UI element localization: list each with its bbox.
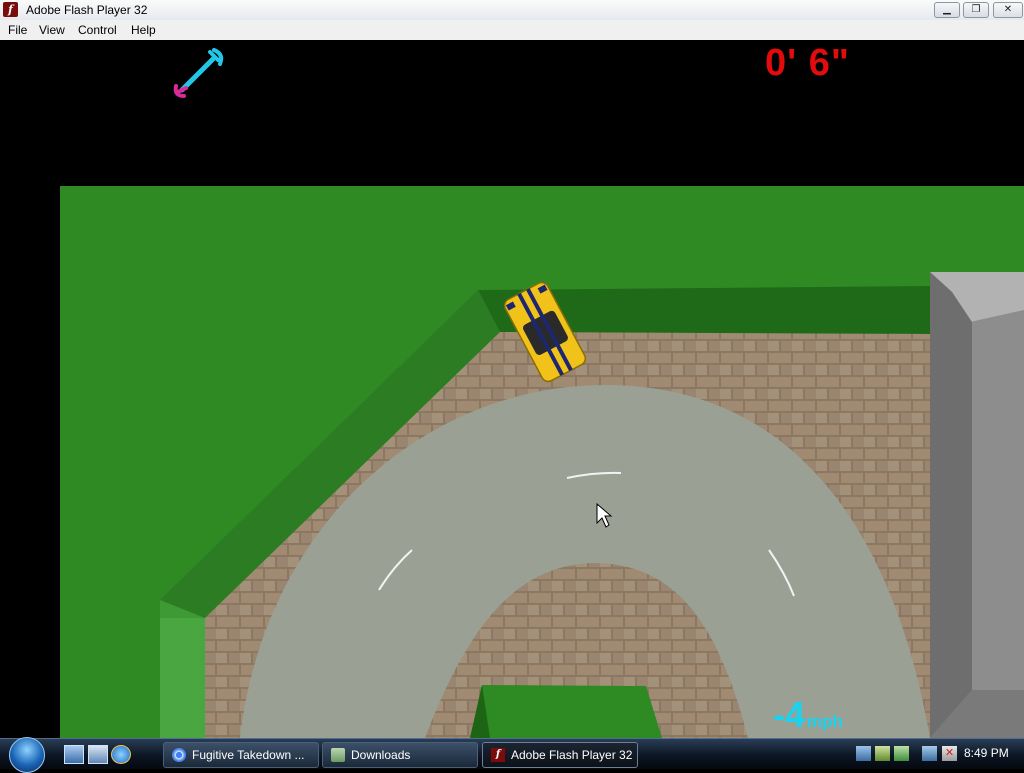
tray-security-icon[interactable]: [894, 746, 909, 761]
speed-unit: mph: [807, 712, 843, 731]
wrench-icon[interactable]: [170, 48, 224, 100]
internet-explorer-icon[interactable]: [111, 745, 131, 764]
minimize-button[interactable]: ▁: [934, 2, 960, 18]
taskbar-item-label: Adobe Flash Player 32: [511, 748, 633, 762]
speedometer: -4 mph: [773, 694, 843, 736]
system-tray: ✕ 8:49 PM: [852, 742, 1024, 767]
green-block: [470, 685, 662, 738]
tray-app-icon[interactable]: [875, 746, 890, 761]
game-canvas[interactable]: 0' 6" -4 mph: [0, 40, 1024, 738]
window-title: Adobe Flash Player 32: [26, 3, 148, 17]
flash-player-icon: f: [3, 2, 18, 17]
menu-bar: File View Control Help: [0, 20, 1024, 40]
restore-button[interactable]: ❐: [963, 2, 989, 18]
taskbar-item-downloads[interactable]: Downloads: [322, 742, 478, 768]
folder-icon: [331, 748, 345, 762]
flash-icon: f: [491, 748, 505, 762]
chrome-icon: [172, 748, 186, 762]
show-desktop-icon[interactable]: [64, 745, 84, 764]
menu-view[interactable]: View: [39, 23, 65, 37]
taskbar: Fugitive Takedown ... Downloads f Adobe …: [0, 737, 1024, 773]
taskbar-item-label: Fugitive Takedown ...: [192, 748, 305, 762]
race-scene: [60, 186, 1024, 738]
taskbar-item-flash-player[interactable]: f Adobe Flash Player 32: [482, 742, 638, 768]
volume-muted-icon[interactable]: ✕: [942, 746, 957, 761]
menu-help[interactable]: Help: [131, 23, 156, 37]
taskbar-item-fugitive-takedown[interactable]: Fugitive Takedown ...: [163, 742, 319, 768]
menu-file[interactable]: File: [8, 23, 27, 37]
taskbar-item-label: Downloads: [351, 748, 411, 762]
grass-ledge: [160, 618, 205, 738]
title-bar[interactable]: f Adobe Flash Player 32 ▁ ❐ ✕: [0, 0, 1024, 21]
speed-value: -4: [773, 694, 806, 735]
menu-control[interactable]: Control: [78, 23, 117, 37]
lap-timer: 0' 6": [765, 42, 850, 84]
network-icon[interactable]: [922, 746, 937, 761]
clock[interactable]: 8:49 PM: [964, 746, 1009, 760]
close-button[interactable]: ✕: [993, 2, 1023, 18]
tray-app-icon[interactable]: [856, 746, 871, 761]
switch-windows-icon[interactable]: [88, 745, 108, 764]
